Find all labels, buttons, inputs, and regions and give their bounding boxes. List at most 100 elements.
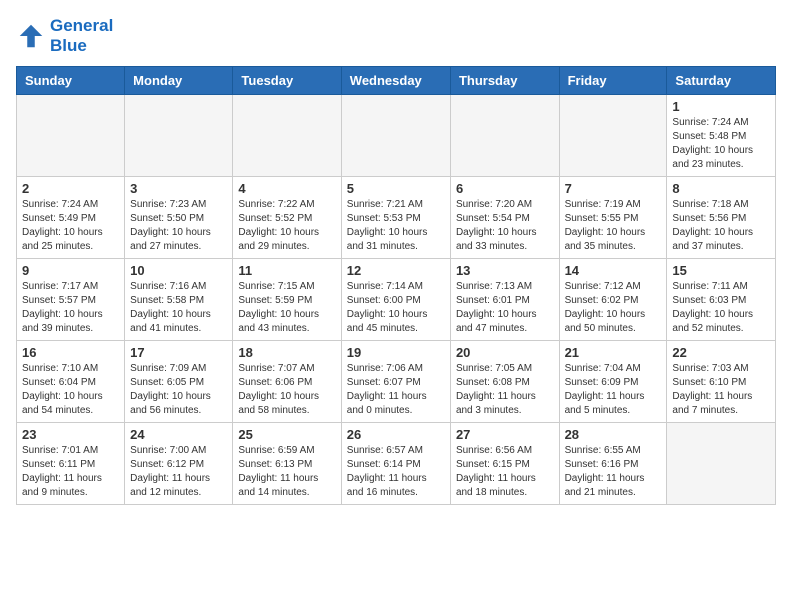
day-info: Sunrise: 7:14 AM Sunset: 6:00 PM Dayligh… [347,280,445,336]
day-number: 12 [347,263,445,278]
day-info: Sunrise: 6:55 AM Sunset: 6:16 PM Dayligh… [565,444,662,500]
day-info: Sunrise: 7:11 AM Sunset: 6:03 PM Dayligh… [672,280,770,336]
calendar-cell: 8 Sunrise: 7:18 AM Sunset: 5:56 PM Daylig… [667,177,776,259]
day-number: 1 [672,99,770,114]
day-info: Sunrise: 7:24 AM Sunset: 5:49 PM Dayligh… [22,198,119,254]
calendar-cell: 15 Sunrise: 7:11 AM Sunset: 6:03 PM Dayli… [667,259,776,341]
day-number: 21 [565,345,662,360]
day-info: Sunrise: 7:00 AM Sunset: 6:12 PM Dayligh… [130,444,227,500]
calendar-cell [450,95,559,177]
calendar-cell: 4 Sunrise: 7:22 AM Sunset: 5:52 PM Daylig… [233,177,341,259]
calendar-cell: 9 Sunrise: 7:17 AM Sunset: 5:57 PM Daylig… [17,259,125,341]
day-number: 2 [22,181,119,196]
calendar-cell: 6 Sunrise: 7:20 AM Sunset: 5:54 PM Daylig… [450,177,559,259]
day-info: Sunrise: 7:21 AM Sunset: 5:53 PM Dayligh… [347,198,445,254]
day-info: Sunrise: 7:22 AM Sunset: 5:52 PM Dayligh… [238,198,335,254]
day-info: Sunrise: 7:23 AM Sunset: 5:50 PM Dayligh… [130,198,227,254]
calendar-cell: 1 Sunrise: 7:24 AM Sunset: 5:48 PM Daylig… [667,95,776,177]
calendar-cell: 24 Sunrise: 7:00 AM Sunset: 6:12 PM Dayli… [125,423,233,505]
day-info: Sunrise: 7:24 AM Sunset: 5:48 PM Dayligh… [672,116,770,172]
calendar-cell [341,95,450,177]
weekday-header-row: SundayMondayTuesdayWednesdayThursdayFrid… [17,67,776,95]
day-info: Sunrise: 7:09 AM Sunset: 6:05 PM Dayligh… [130,362,227,418]
day-number: 22 [672,345,770,360]
day-info: Sunrise: 7:07 AM Sunset: 6:06 PM Dayligh… [238,362,335,418]
day-number: 19 [347,345,445,360]
calendar-cell: 12 Sunrise: 7:14 AM Sunset: 6:00 PM Dayli… [341,259,450,341]
calendar-cell: 20 Sunrise: 7:05 AM Sunset: 6:08 PM Dayli… [450,341,559,423]
day-number: 24 [130,427,227,442]
calendar-cell: 22 Sunrise: 7:03 AM Sunset: 6:10 PM Dayli… [667,341,776,423]
calendar-cell [125,95,233,177]
calendar-cell: 25Sunrise: 6:59 AM Sunset: 6:13 PM Dayli… [233,423,341,505]
day-number: 20 [456,345,554,360]
calendar-cell: 5Sunrise: 7:21 AM Sunset: 5:53 PM Daylig… [341,177,450,259]
day-number: 25 [238,427,335,442]
day-number: 11 [238,263,335,278]
day-info: Sunrise: 7:04 AM Sunset: 6:09 PM Dayligh… [565,362,662,418]
weekday-header: Wednesday [341,67,450,95]
calendar-cell: 17 Sunrise: 7:09 AM Sunset: 6:05 PM Dayli… [125,341,233,423]
calendar-cell [17,95,125,177]
day-number: 3 [130,181,227,196]
calendar-week-row: 2 Sunrise: 7:24 AM Sunset: 5:49 PM Daylig… [17,177,776,259]
day-info: Sunrise: 7:10 AM Sunset: 6:04 PM Dayligh… [22,362,119,418]
calendar-cell: 21 Sunrise: 7:04 AM Sunset: 6:09 PM Dayli… [559,341,667,423]
calendar-cell: 23 Sunrise: 7:01 AM Sunset: 6:11 PM Dayli… [17,423,125,505]
calendar-cell: 10 Sunrise: 7:16 AM Sunset: 5:58 PM Dayli… [125,259,233,341]
day-number: 16 [22,345,119,360]
day-number: 17 [130,345,227,360]
weekday-header: Tuesday [233,67,341,95]
day-number: 10 [130,263,227,278]
day-info: Sunrise: 7:20 AM Sunset: 5:54 PM Dayligh… [456,198,554,254]
day-info: Sunrise: 7:13 AM Sunset: 6:01 PM Dayligh… [456,280,554,336]
day-info: Sunrise: 7:17 AM Sunset: 5:57 PM Dayligh… [22,280,119,336]
day-number: 15 [672,263,770,278]
weekday-header: Sunday [17,67,125,95]
calendar-cell: 13 Sunrise: 7:13 AM Sunset: 6:01 PM Dayli… [450,259,559,341]
day-info: Sunrise: 7:19 AM Sunset: 5:55 PM Dayligh… [565,198,662,254]
calendar-week-row: 16 Sunrise: 7:10 AM Sunset: 6:04 PM Dayli… [17,341,776,423]
weekday-header: Monday [125,67,233,95]
day-info: Sunrise: 6:57 AM Sunset: 6:14 PM Dayligh… [347,444,445,500]
logo: General Blue [16,16,113,56]
day-info: Sunrise: 7:18 AM Sunset: 5:56 PM Dayligh… [672,198,770,254]
calendar-cell: 3 Sunrise: 7:23 AM Sunset: 5:50 PM Daylig… [125,177,233,259]
weekday-header: Saturday [667,67,776,95]
day-info: Sunrise: 7:05 AM Sunset: 6:08 PM Dayligh… [456,362,554,418]
day-number: 14 [565,263,662,278]
calendar-week-row: 9 Sunrise: 7:17 AM Sunset: 5:57 PM Daylig… [17,259,776,341]
day-info: Sunrise: 7:01 AM Sunset: 6:11 PM Dayligh… [22,444,119,500]
day-number: 7 [565,181,662,196]
day-number: 8 [672,181,770,196]
day-info: Sunrise: 6:56 AM Sunset: 6:15 PM Dayligh… [456,444,554,500]
calendar-cell: 18 Sunrise: 7:07 AM Sunset: 6:06 PM Dayli… [233,341,341,423]
calendar-cell: 16 Sunrise: 7:10 AM Sunset: 6:04 PM Dayli… [17,341,125,423]
day-number: 9 [22,263,119,278]
day-info: Sunrise: 7:03 AM Sunset: 6:10 PM Dayligh… [672,362,770,418]
calendar-cell: 19 Sunrise: 7:06 AM Sunset: 6:07 PM Dayli… [341,341,450,423]
calendar-cell: 28 Sunrise: 6:55 AM Sunset: 6:16 PM Dayli… [559,423,667,505]
calendar-cell: 11Sunrise: 7:15 AM Sunset: 5:59 PM Dayli… [233,259,341,341]
day-info: Sunrise: 7:12 AM Sunset: 6:02 PM Dayligh… [565,280,662,336]
calendar-cell: 7 Sunrise: 7:19 AM Sunset: 5:55 PM Daylig… [559,177,667,259]
day-info: Sunrise: 7:16 AM Sunset: 5:58 PM Dayligh… [130,280,227,336]
day-number: 18 [238,345,335,360]
calendar-cell: 2 Sunrise: 7:24 AM Sunset: 5:49 PM Daylig… [17,177,125,259]
day-number: 4 [238,181,335,196]
calendar-cell: 27Sunrise: 6:56 AM Sunset: 6:15 PM Dayli… [450,423,559,505]
day-number: 13 [456,263,554,278]
header: General Blue [16,16,776,56]
weekday-header: Thursday [450,67,559,95]
calendar-cell [559,95,667,177]
day-number: 23 [22,427,119,442]
calendar-week-row: 23 Sunrise: 7:01 AM Sunset: 6:11 PM Dayli… [17,423,776,505]
calendar: SundayMondayTuesdayWednesdayThursdayFrid… [16,66,776,505]
weekday-header: Friday [559,67,667,95]
calendar-week-row: 1 Sunrise: 7:24 AM Sunset: 5:48 PM Daylig… [17,95,776,177]
calendar-cell [667,423,776,505]
day-number: 6 [456,181,554,196]
day-info: Sunrise: 7:06 AM Sunset: 6:07 PM Dayligh… [347,362,445,418]
day-number: 28 [565,427,662,442]
calendar-cell: 26Sunrise: 6:57 AM Sunset: 6:14 PM Dayli… [341,423,450,505]
